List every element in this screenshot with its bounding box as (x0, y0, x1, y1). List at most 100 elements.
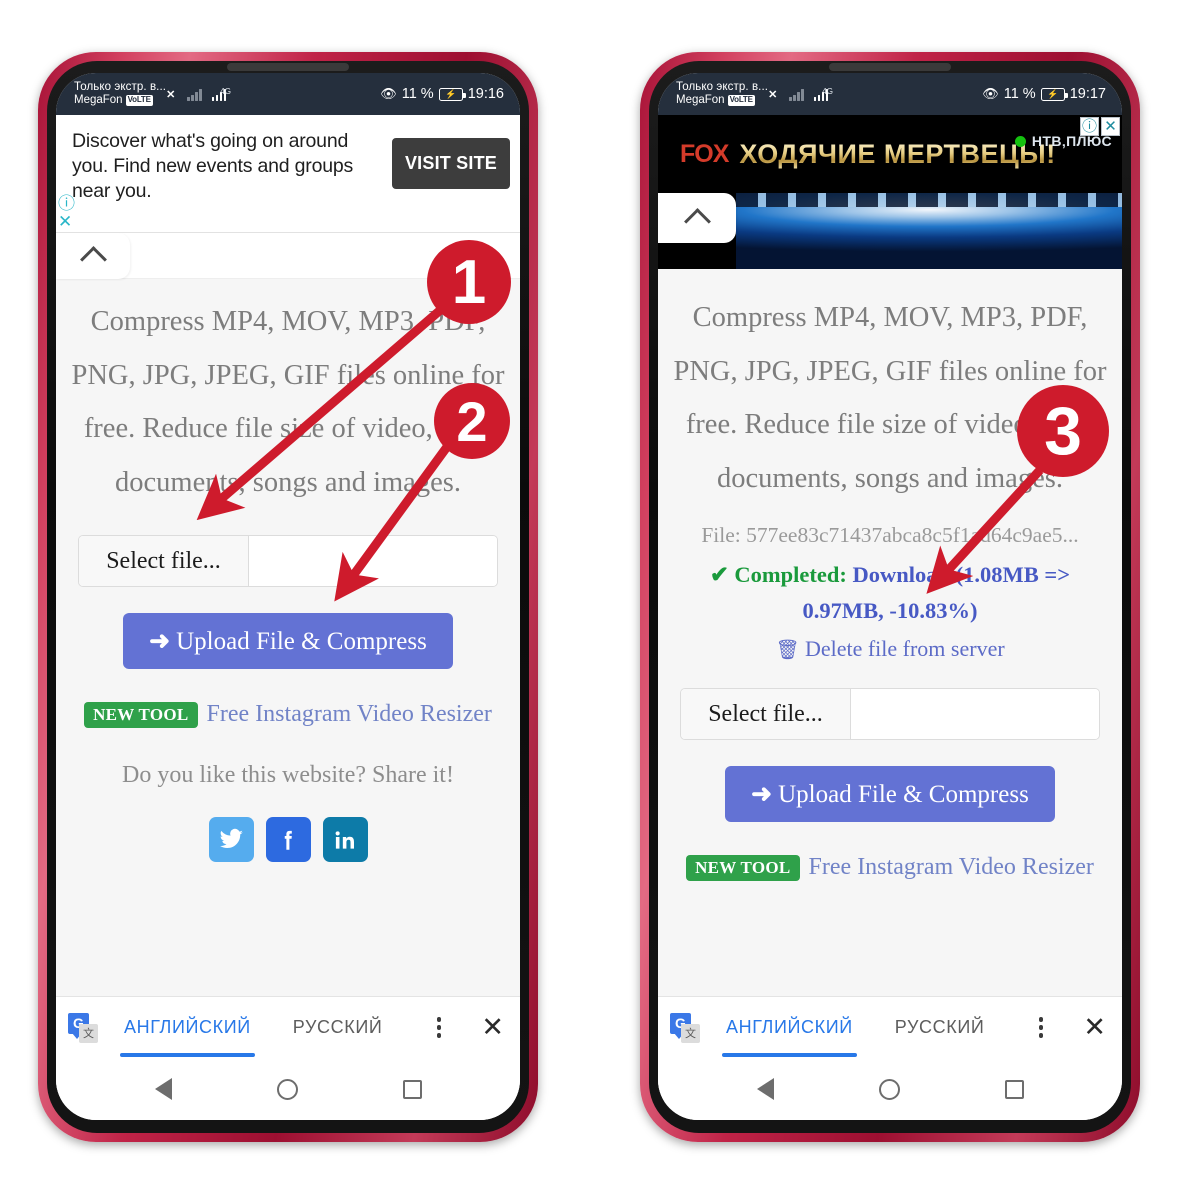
new-tool-link[interactable]: Free Instagram Video Resizer (809, 854, 1094, 881)
nav-back-icon[interactable] (756, 1078, 774, 1100)
ad-corner-icons: ⓘ ✕ (58, 195, 75, 230)
ad-close-icon[interactable]: ✕ (58, 213, 75, 230)
clock-label: 19:16 (467, 86, 504, 102)
new-tool-link[interactable]: Free Instagram Video Resizer (207, 701, 492, 728)
google-translate-bar-right: G 文 АНГЛИЙСКИЙ РУССКИЙ ✕ (658, 996, 1122, 1058)
gt-target-glyph: 文 (681, 1023, 700, 1043)
nav-home-icon[interactable] (878, 1078, 900, 1100)
carrier-info: Только экстр. в... MegaFon VoLTE (74, 81, 166, 107)
check-icon: ✔ (709, 562, 729, 588)
file-picker-right[interactable]: Select file... (680, 688, 1100, 741)
sim-x-icon: ✕ (166, 88, 176, 101)
carrier-name: MegaFon (74, 94, 123, 106)
ad-copy-text: Discover what's going on around you. Fin… (72, 130, 354, 202)
linkedin-icon[interactable] (322, 817, 368, 863)
delete-file-row[interactable]: 🗑 Delete file from server (658, 636, 1122, 662)
ntv-dot-icon (1014, 135, 1026, 147)
earpiece-speaker-icon (227, 63, 349, 71)
file-name-input[interactable] (851, 689, 1099, 740)
screenshot-stage: Только экстр. в... MegaFon VoLTE ✕ 4G 👁 … (0, 0, 1200, 1200)
nav-recents-icon[interactable] (1004, 1079, 1024, 1099)
ad-badge-icons: ⓘ ✕ (1080, 117, 1120, 136)
translate-close-icon[interactable]: ✕ (481, 1014, 504, 1041)
ad-info-icon[interactable]: ⓘ (58, 195, 75, 212)
network-type-label: 4G (822, 86, 833, 96)
ad-collapse-button[interactable] (658, 193, 736, 243)
carrier-emergency-text: Только экстр. в... (676, 81, 769, 94)
google-translate-icon: G 文 (68, 1012, 98, 1043)
overflow-menu-icon[interactable] (436, 1017, 448, 1038)
arrow-right-icon: ➜ (149, 628, 171, 656)
nav-recents-icon[interactable] (402, 1079, 422, 1099)
file-picker-left[interactable]: Select file... (78, 535, 498, 588)
ad-info-icon[interactable]: ⓘ (1080, 117, 1099, 136)
nav-back-icon[interactable] (154, 1078, 172, 1100)
earpiece-speaker-icon (829, 63, 951, 71)
signal-group: 4G (786, 87, 833, 101)
fox-brand-logo: FOX (680, 139, 729, 168)
eye-comfort-icon: 👁 (982, 86, 999, 101)
ad-title-text: ХОДЯЧИЕ МЕРТВЕЦЫ! (739, 138, 1056, 169)
upload-compress-label: Upload File & Compress (778, 781, 1029, 809)
new-tool-badge: NEW TOOL (84, 701, 198, 728)
translate-tab-english[interactable]: АНГЛИЙСКИЙ (722, 997, 857, 1059)
ad-banner-text[interactable]: Discover what's going on around you. Fin… (56, 115, 520, 233)
translate-close-icon[interactable]: ✕ (1083, 1014, 1106, 1041)
battery-percent-label: 11 % (1003, 86, 1036, 102)
volte-badge: VoLTE (727, 94, 755, 106)
network-type-label: 4G (220, 86, 231, 96)
ad-close-icon[interactable]: ✕ (1101, 117, 1120, 136)
chevron-up-icon (683, 207, 711, 235)
facebook-icon[interactable] (265, 817, 311, 863)
translate-tab-english[interactable]: АНГЛИЙСКИЙ (120, 997, 255, 1059)
new-tool-badge: NEW TOOL (686, 854, 800, 881)
google-translate-bar-left: G 文 АНГЛИЙСКИЙ РУССКИЙ ✕ (56, 996, 520, 1058)
status-bar-right: Только экстр. в... MegaFon VoLTE ✕ 4G 👁 … (658, 73, 1122, 115)
carrier-name: MegaFon (676, 94, 725, 106)
status-right-group: 👁 11 % ⚡ 19:16 (380, 86, 504, 102)
status-right-group: 👁 11 % ⚡ 19:17 (982, 86, 1106, 102)
arrow-right-icon: ➜ (751, 781, 773, 809)
step-marker-2: 2 (434, 383, 510, 459)
sim-x-icon: ✕ (768, 88, 778, 101)
ad-visit-site-button[interactable]: VISIT SITE (391, 138, 510, 189)
chevron-up-icon (79, 245, 107, 273)
file-name-input[interactable] (249, 536, 497, 587)
android-nav-bar-left (56, 1058, 520, 1120)
android-nav-bar-right (658, 1058, 1122, 1120)
battery-charging-icon: ⚡ (438, 87, 466, 101)
status-bar-left: Только экстр. в... MegaFon VoLTE ✕ 4G 👁 … (56, 73, 520, 115)
eye-comfort-icon: 👁 (380, 86, 397, 101)
translate-tab-russian[interactable]: РУССКИЙ (289, 997, 387, 1059)
phone-left: Только экстр. в... MegaFon VoLTE ✕ 4G 👁 … (38, 52, 538, 1142)
ad-collapse-button[interactable] (56, 233, 130, 279)
new-tool-row[interactable]: NEW TOOL Free Instagram Video Resizer (658, 854, 1122, 881)
step-marker-3: 3 (1017, 385, 1109, 477)
result-file-name: File: 577ee83c71437abca8c5f1ad64c9ae5... (701, 523, 1079, 548)
ad-banner-image[interactable]: FOX ХОДЯЧИЕ МЕРТВЕЦЫ! НТВ‚ПЛЮС ⓘ ✕ (658, 115, 1122, 193)
overflow-menu-icon[interactable] (1038, 1017, 1050, 1038)
battery-charging-icon: ⚡ (1040, 87, 1068, 101)
carrier-info: Только экстр. в... MegaFon VoLTE (676, 81, 768, 107)
delete-file-label[interactable]: Delete file from server (805, 636, 1005, 661)
ad-image-strip[interactable] (658, 193, 1122, 269)
gt-target-glyph: 文 (79, 1023, 98, 1043)
carrier-emergency-text: Только экстр. в... (74, 81, 167, 94)
select-file-button[interactable]: Select file... (681, 689, 851, 740)
phone-left-screen: Только экстр. в... MegaFon VoLTE ✕ 4G 👁 … (56, 73, 520, 1120)
translate-tab-russian[interactable]: РУССКИЙ (891, 997, 989, 1059)
phone-right-screen: Только экстр. в... MegaFon VoLTE ✕ 4G 👁 … (658, 73, 1122, 1120)
google-translate-icon: G 文 (670, 1012, 700, 1043)
twitter-icon[interactable] (208, 817, 254, 863)
phone-right: Только экстр. в... MegaFon VoLTE ✕ 4G 👁 … (640, 52, 1140, 1142)
carrier-line-2: MegaFon VoLTE (676, 94, 768, 107)
signal-bars-sim1-icon (789, 88, 804, 101)
upload-compress-button[interactable]: ➜ Upload File & Compress (725, 766, 1055, 823)
battery-percent-label: 11 % (401, 86, 434, 102)
select-file-button[interactable]: Select file... (79, 536, 249, 587)
phone-left-body: Только экстр. в... MegaFon VoLTE ✕ 4G 👁 … (47, 61, 529, 1133)
new-tool-row[interactable]: NEW TOOL Free Instagram Video Resizer (56, 701, 520, 728)
upload-compress-button[interactable]: ➜ Upload File & Compress (123, 613, 453, 670)
nav-home-icon[interactable] (276, 1078, 298, 1100)
trash-icon: 🗑 (775, 640, 800, 662)
